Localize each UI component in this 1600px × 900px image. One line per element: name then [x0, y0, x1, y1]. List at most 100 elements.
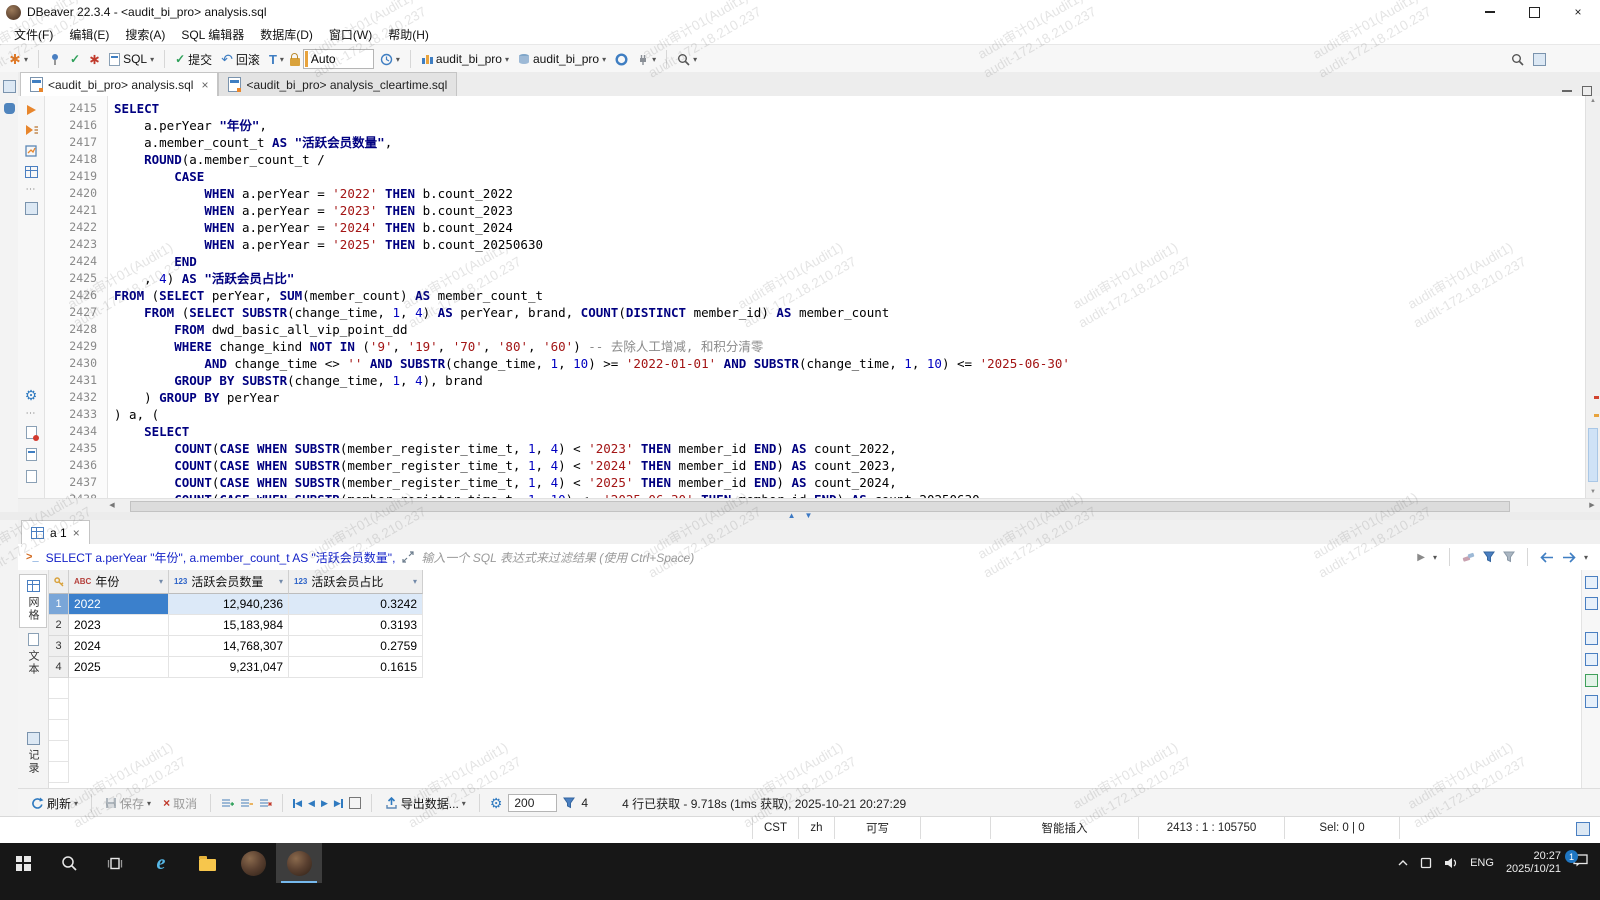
connection-selector[interactable]: audit_bi_pro ▾: [418, 50, 512, 68]
code-line[interactable]: WHEN a.perYear = '2023' THEN b.count_202…: [114, 202, 1585, 219]
menu-item[interactable]: 文件(F): [6, 26, 61, 43]
delete-row-icon[interactable]: [259, 797, 272, 809]
code-line[interactable]: SELECT: [114, 100, 1585, 117]
copy-row-icon[interactable]: [240, 797, 253, 809]
next-row-button[interactable]: ▶: [321, 798, 328, 809]
transaction-history-button[interactable]: ▾: [377, 51, 403, 68]
validate-button[interactable]: ✓: [67, 50, 83, 68]
execute-script-icon[interactable]: [25, 124, 38, 136]
column-header[interactable]: 123活跃会员占比▾: [289, 570, 423, 594]
grid-cell[interactable]: 2024: [69, 636, 169, 657]
code-line[interactable]: END: [114, 253, 1585, 270]
grid-cell[interactable]: 0.3242: [289, 594, 423, 615]
result-settings-icon[interactable]: ⚙: [490, 796, 503, 810]
table-row[interactable]: 1202212,940,2360.3242: [49, 594, 1581, 615]
code-line[interactable]: FROM dwd_basic_all_vip_point_dd: [114, 321, 1585, 338]
row-number[interactable]: 4: [49, 657, 69, 678]
network-settings-button[interactable]: ▾: [634, 51, 659, 67]
code-line[interactable]: FROM (SELECT SUBSTR(change_time, 1, 4) A…: [114, 304, 1585, 321]
dbeaver-taskbar-button-2[interactable]: [276, 843, 322, 883]
metadata-panel-icon[interactable]: [1585, 653, 1598, 666]
connection-status-button[interactable]: [612, 51, 631, 68]
quick-search-button[interactable]: [1508, 51, 1527, 68]
row-number[interactable]: 3: [49, 636, 69, 657]
variables-panel-icon[interactable]: [26, 470, 37, 483]
value-viewer-icon[interactable]: [1585, 597, 1598, 610]
refresh-button[interactable]: 刷新 ▾: [28, 793, 81, 814]
task-view-button[interactable]: [92, 843, 138, 883]
code-line[interactable]: WHERE change_kind NOT IN ('9', '19', '70…: [114, 338, 1585, 355]
more-actions-icon[interactable]: ⋯: [26, 187, 37, 193]
ie-browser-button[interactable]: e: [138, 843, 184, 883]
results-tab-grid[interactable]: 网格: [19, 574, 47, 628]
references-panel-icon[interactable]: [1585, 695, 1598, 708]
row-number[interactable]: 1: [49, 594, 69, 615]
export-data-button[interactable]: 导出数据... ▾: [382, 793, 469, 814]
code-line[interactable]: COUNT(CASE WHEN SUBSTR(member_register_t…: [114, 474, 1585, 491]
eraser-icon[interactable]: [1462, 551, 1475, 563]
apply-filter-icon[interactable]: ▶: [1417, 552, 1425, 563]
scroll-right-icon[interactable]: ▶: [1586, 500, 1598, 512]
grid-cell[interactable]: 0.2759: [289, 636, 423, 657]
minimize-view-icon[interactable]: [1562, 90, 1572, 92]
pin-editor-button[interactable]: [46, 51, 64, 67]
code-line[interactable]: WHEN a.perYear = '2025' THEN b.count_202…: [114, 236, 1585, 253]
grid-cell[interactable]: 0.3193: [289, 615, 423, 636]
code-line[interactable]: WHEN a.perYear = '2024' THEN b.count_202…: [114, 219, 1585, 236]
input-language-indicator[interactable]: ENG: [1470, 857, 1494, 869]
column-filter-icon[interactable]: ▾: [159, 577, 163, 586]
results-tab-record[interactable]: 记录: [20, 727, 46, 780]
close-button[interactable]: ×: [1556, 0, 1600, 24]
results-tab-text[interactable]: 文本: [20, 628, 46, 681]
grid-cell[interactable]: 0.1615: [289, 657, 423, 678]
scroll-up-icon[interactable]: ▲: [1586, 96, 1600, 107]
maximize-view-icon[interactable]: [1582, 86, 1592, 96]
menu-item[interactable]: 帮助(H): [380, 26, 437, 43]
close-tab-icon[interactable]: ×: [201, 78, 208, 92]
row-number[interactable]: 2: [49, 615, 69, 636]
grid-cell[interactable]: 9,231,047: [169, 657, 289, 678]
explain-plan-icon[interactable]: [25, 145, 37, 157]
code-line[interactable]: , 4) AS "活跃会员占比": [114, 270, 1585, 287]
panel-toggle-icon[interactable]: [25, 202, 38, 215]
code-line[interactable]: WHEN a.perYear = '2022' THEN b.count_202…: [114, 185, 1585, 202]
code-line[interactable]: GROUP BY SUBSTR(change_time, 1, 4), bran…: [114, 372, 1585, 389]
results-tab[interactable]: a 1 ×: [21, 520, 90, 544]
rollback-button[interactable]: ↶ 回滚: [218, 49, 263, 70]
code-line[interactable]: FROM (SELECT perYear, SUM(member_count) …: [114, 287, 1585, 304]
execute-statement-icon[interactable]: [27, 105, 36, 115]
column-header[interactable]: ABC年份▾: [69, 570, 169, 594]
more-actions-icon[interactable]: ⋯: [26, 411, 37, 417]
grid-cell[interactable]: 2022: [69, 594, 169, 615]
menu-item[interactable]: 编辑(E): [61, 26, 117, 43]
code-line[interactable]: ROUND(a.member_count_t /: [114, 151, 1585, 168]
vertical-scrollbar[interactable]: ▲ ▼: [1585, 96, 1600, 498]
filter-funnel-icon[interactable]: [1483, 551, 1495, 563]
sash-up-icon[interactable]: ▲: [788, 512, 796, 520]
previous-row-button[interactable]: ◀: [308, 798, 315, 809]
scroll-down-icon[interactable]: ▼: [1586, 487, 1600, 498]
sql-presentation-selector[interactable]: SQL ▾: [106, 50, 157, 68]
database-navigator-icon[interactable]: [4, 103, 15, 114]
cancel-button[interactable]: × 取消: [160, 793, 200, 814]
last-row-button[interactable]: ▶: [334, 798, 343, 809]
log-panel-icon[interactable]: [26, 448, 37, 461]
editor-tab-analysis[interactable]: <audit_bi_pro> analysis.sql ×: [20, 72, 218, 96]
grouping-panel-icon[interactable]: [1585, 674, 1598, 687]
perspective-button[interactable]: [1530, 51, 1549, 68]
taskbar-clock[interactable]: 20:27 2025/10/21: [1506, 850, 1561, 876]
grid-cell[interactable]: 14,768,307: [169, 636, 289, 657]
add-row-icon[interactable]: [221, 797, 234, 809]
filter-edit-icon[interactable]: [1503, 551, 1515, 563]
tray-tablet-icon[interactable]: [1420, 857, 1432, 869]
filter-input[interactable]: 输入一个 SQL 表达式来过滤结果 (使用 Ctrl+Space): [421, 549, 1410, 566]
transaction-log-button[interactable]: T ▾: [266, 50, 287, 69]
menu-item[interactable]: SQL 编辑器: [173, 26, 252, 43]
commit-mode-selector[interactable]: Auto: [303, 49, 374, 69]
menu-item[interactable]: 搜索(A): [117, 26, 173, 43]
vertical-scroll-thumb[interactable]: [1588, 428, 1598, 482]
save-button[interactable]: 保存 ▾: [102, 793, 154, 814]
nav-forward-icon[interactable]: [1562, 552, 1576, 563]
volume-icon[interactable]: [1444, 857, 1458, 869]
editor-results-sash[interactable]: ▲ ▼: [0, 512, 1600, 520]
